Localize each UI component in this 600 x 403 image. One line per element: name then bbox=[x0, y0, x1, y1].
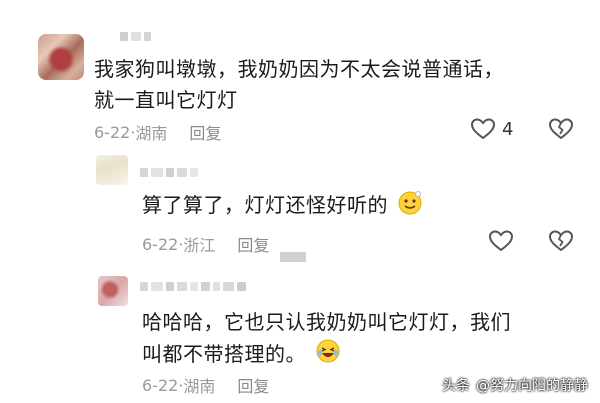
comment-location: 湖南 bbox=[135, 124, 168, 143]
watermark-author: @努力向阳的静静 bbox=[476, 378, 588, 394]
comment-meta: 6-22 · 湖南 回复 bbox=[142, 373, 269, 397]
comment-meta: 6-22 · 湖南 回复 bbox=[94, 120, 221, 144]
comment-text: 算了算了，灯灯还怪好听的 bbox=[142, 189, 423, 224]
comment-text: 我家狗叫墩墩，我奶奶因为不太会说普通话， 就一直叫它灯灯 bbox=[94, 54, 504, 116]
watermark-platform: 头条 bbox=[442, 378, 470, 394]
reply-button[interactable]: 回复 bbox=[189, 120, 221, 144]
avatar[interactable] bbox=[98, 276, 128, 306]
broken-heart-icon bbox=[548, 229, 574, 253]
username-blurred[interactable] bbox=[120, 32, 151, 41]
smiling-face-emoji bbox=[397, 189, 423, 224]
heart-icon bbox=[470, 117, 496, 141]
avatar[interactable] bbox=[38, 34, 84, 80]
comment-meta: 6-22 · 浙江 回复 bbox=[142, 232, 269, 256]
username-blurred[interactable] bbox=[140, 282, 246, 291]
heart-icon bbox=[488, 229, 514, 253]
dislike-button[interactable] bbox=[548, 229, 574, 253]
comment-text-line: 叫都不带搭理的。 bbox=[142, 342, 306, 366]
comment-location: 浙江 bbox=[183, 236, 216, 255]
laughing-face-emoji bbox=[315, 338, 341, 373]
like-button[interactable] bbox=[488, 229, 514, 253]
broken-heart-icon bbox=[548, 117, 574, 141]
comment-text: 哈哈哈，它也只认我奶奶叫它灯灯，我们 叫都不带搭理的。 bbox=[142, 307, 511, 373]
like-button[interactable]: 4 bbox=[470, 117, 513, 141]
reply-button[interactable]: 回复 bbox=[237, 232, 269, 256]
comment-date: 6-22 bbox=[142, 375, 179, 395]
comment-date: 6-22 bbox=[94, 122, 131, 142]
comment-text-line: 算了算了，灯灯还怪好听的 bbox=[142, 193, 388, 217]
username-blurred[interactable] bbox=[140, 168, 198, 177]
redacted-block bbox=[280, 252, 306, 262]
comment-location: 湖南 bbox=[183, 377, 216, 396]
comment-text-line: 哈哈哈，它也只认我奶奶叫它灯灯，我们 bbox=[142, 310, 511, 334]
reply-button[interactable]: 回复 bbox=[237, 373, 269, 397]
comment-date: 6-22 bbox=[142, 234, 179, 254]
comment-text-line: 我家狗叫墩墩，我奶奶因为不太会说普通话， bbox=[94, 57, 504, 81]
watermark: 头条 @努力向阳的静静 bbox=[442, 375, 588, 395]
avatar[interactable] bbox=[96, 155, 128, 185]
dislike-button[interactable] bbox=[548, 117, 574, 141]
like-count: 4 bbox=[502, 118, 514, 140]
comment-text-line: 就一直叫它灯灯 bbox=[94, 88, 238, 112]
